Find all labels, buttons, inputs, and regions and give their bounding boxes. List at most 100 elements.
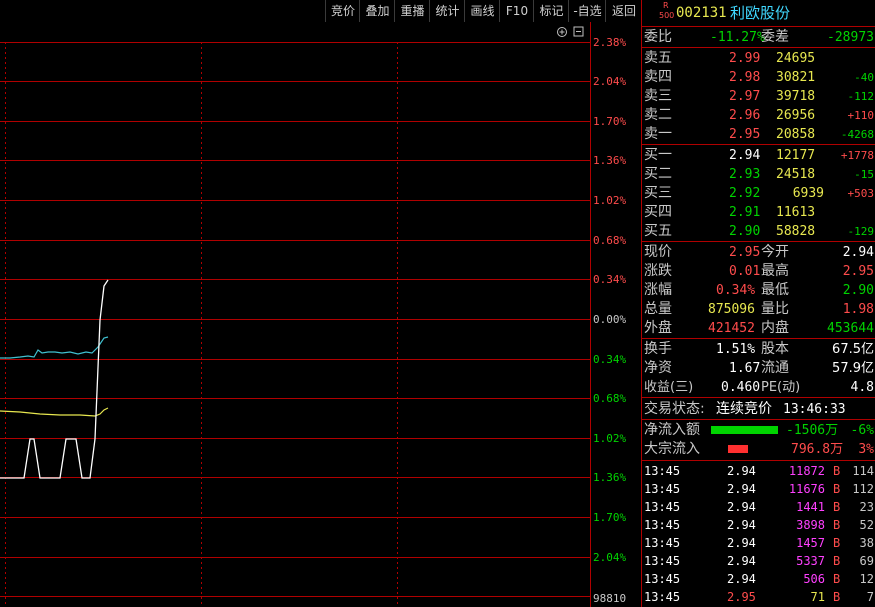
open-price-label: 今开	[761, 244, 789, 260]
tick-row: 13:45 2.94 11676 B 112	[642, 480, 875, 498]
back-button[interactable]: 返回	[605, 0, 642, 22]
net-inflow-value: -1506万	[786, 423, 839, 438]
sell-change: -112	[847, 90, 875, 103]
tick-volume: 506	[803, 572, 825, 586]
inner-volume-value: 453644	[827, 321, 874, 336]
change-pct-value: 0.34%	[716, 283, 756, 298]
buy-level-row[interactable]: 买一 2.94 12177 +1778	[642, 146, 875, 165]
buy-level-row[interactable]: 买二 2.93 24518 -15	[642, 165, 875, 184]
stock-header[interactable]: R 500 002131 利欧股份	[642, 1, 875, 25]
buy-price: 2.94	[729, 148, 761, 163]
sell-volume: 39718	[776, 89, 816, 104]
buy-change: +503	[847, 187, 875, 200]
tick-time: 13:45	[644, 554, 681, 568]
overlay-button[interactable]: 叠加	[359, 0, 395, 22]
buy-level-label: 买四	[644, 204, 672, 220]
net-inflow-pct: -6%	[850, 423, 874, 438]
block-inflow-row: 大宗流入 796.8万 3%	[642, 440, 875, 459]
f10-button[interactable]: F10	[499, 0, 534, 22]
pct-label: 2.04%	[593, 551, 627, 564]
block-inflow-label: 大宗流入	[644, 441, 700, 457]
buy-level-row[interactable]: 买五 2.90 58828 -129	[642, 222, 875, 241]
tick-count: 112	[852, 482, 874, 496]
sell-level-label: 卖四	[644, 69, 672, 85]
bid-ratio-row: 委比 -11.27% 委差 -28973	[642, 28, 875, 47]
sell-volume: 26956	[776, 108, 816, 123]
pct-label: 0.34%	[593, 353, 627, 366]
tick-side: B	[833, 500, 841, 514]
tick-count: 69	[859, 554, 874, 568]
index-500-badge: 500	[659, 11, 675, 20]
tick-volume: 1441	[796, 500, 825, 514]
tick-side: B	[833, 464, 841, 478]
bid-diff-value: -28973	[827, 30, 874, 45]
tick-row: 13:45 2.94 1457 B 38	[642, 534, 875, 552]
tick-time: 13:45	[644, 572, 681, 586]
share-capital-value: 67.5亿	[832, 342, 874, 357]
bidding-button[interactable]: 竞价	[325, 0, 360, 22]
toolbar: 竞价 叠加 重播 统计 画线 F10 标记 -自选 返回	[0, 0, 641, 22]
pct-label: 1.70%	[593, 511, 627, 524]
tick-side: B	[833, 536, 841, 550]
outer-volume-value: 421452	[708, 321, 755, 336]
trade-status-value: 连续竞价	[716, 401, 772, 417]
tick-price: 2.94	[727, 518, 756, 532]
fundamental-row: 收益(三) 0.460 PE(动) 4.8	[642, 378, 875, 397]
tick-time: 13:45	[644, 464, 681, 478]
draw-line-button[interactable]: 画线	[464, 0, 500, 22]
flow-line	[0, 336, 109, 359]
block-inflow-bar	[728, 445, 748, 453]
quote-row: 总量 875096 量比 1.98	[642, 300, 875, 319]
low-label: 最低	[761, 282, 789, 298]
divider	[642, 338, 875, 339]
zoom-in-icon	[557, 27, 567, 37]
pct-label: 1.70%	[593, 115, 627, 128]
buy-price: 2.90	[729, 224, 761, 239]
r-badge: R	[663, 1, 669, 10]
intraday-chart[interactable]: 2.38% 2.04% 1.70% 1.36% 1.02% 0.68% 0.34…	[0, 22, 641, 607]
divider	[642, 241, 875, 242]
pct-label: 1.36%	[593, 154, 627, 167]
sell-level-row[interactable]: 卖五 2.99 24695	[642, 49, 875, 68]
replay-button[interactable]: 重播	[394, 0, 430, 22]
buy-volume: 24518	[776, 167, 816, 182]
buy-change: -15	[854, 168, 874, 181]
stock-name: 利欧股份	[730, 4, 791, 22]
pct-label: 2.38%	[593, 36, 627, 49]
block-inflow-value: 796.8万	[791, 442, 844, 457]
buy-change: +1778	[840, 149, 874, 162]
total-volume-value: 875096	[708, 302, 755, 317]
remove-watchlist-button[interactable]: -自选	[568, 0, 606, 22]
quote-row: 现价 2.95 今开 2.94	[642, 243, 875, 262]
stock-code: 002131	[676, 5, 727, 21]
float-label: 流通	[761, 360, 789, 376]
sell-level-row[interactable]: 卖三 2.97 39718 -112	[642, 87, 875, 106]
divider	[642, 460, 875, 461]
sell-change: -4268	[840, 128, 874, 141]
sell-level-label: 卖三	[644, 88, 672, 104]
buy-price: 2.91	[729, 205, 761, 220]
pct-label: 1.36%	[593, 471, 627, 484]
tick-price: 2.94	[727, 482, 756, 496]
sell-level-row[interactable]: 卖四 2.98 30821 -40	[642, 68, 875, 87]
pct-label: 1.02%	[593, 432, 627, 445]
change-pct-label: 涨幅	[644, 282, 672, 298]
turnover-value: 1.51%	[716, 342, 756, 357]
buy-level-label: 买五	[644, 223, 672, 239]
tick-time: 13:45	[644, 536, 681, 550]
sell-level-row[interactable]: 卖二 2.96 26956 +110	[642, 106, 875, 125]
tick-time: 13:45	[644, 518, 681, 532]
statistics-button[interactable]: 统计	[429, 0, 465, 22]
change-value: 0.01	[729, 264, 761, 279]
trade-status-time: 13:46:33	[783, 402, 846, 417]
sell-level-label: 卖一	[644, 126, 672, 142]
buy-level-row[interactable]: 买四 2.91 11613	[642, 203, 875, 222]
pct-label: 0.34%	[593, 273, 627, 286]
buy-level-row[interactable]: 买三 2.92 6939 +503	[642, 184, 875, 203]
sell-change: -40	[854, 71, 874, 84]
buy-change: -129	[847, 225, 875, 238]
sell-level-row[interactable]: 卖一 2.95 20858 -4268	[642, 125, 875, 144]
mark-button[interactable]: 标记	[533, 0, 569, 22]
pct-label: 2.04%	[593, 75, 627, 88]
buy-volume: 58828	[776, 224, 816, 239]
